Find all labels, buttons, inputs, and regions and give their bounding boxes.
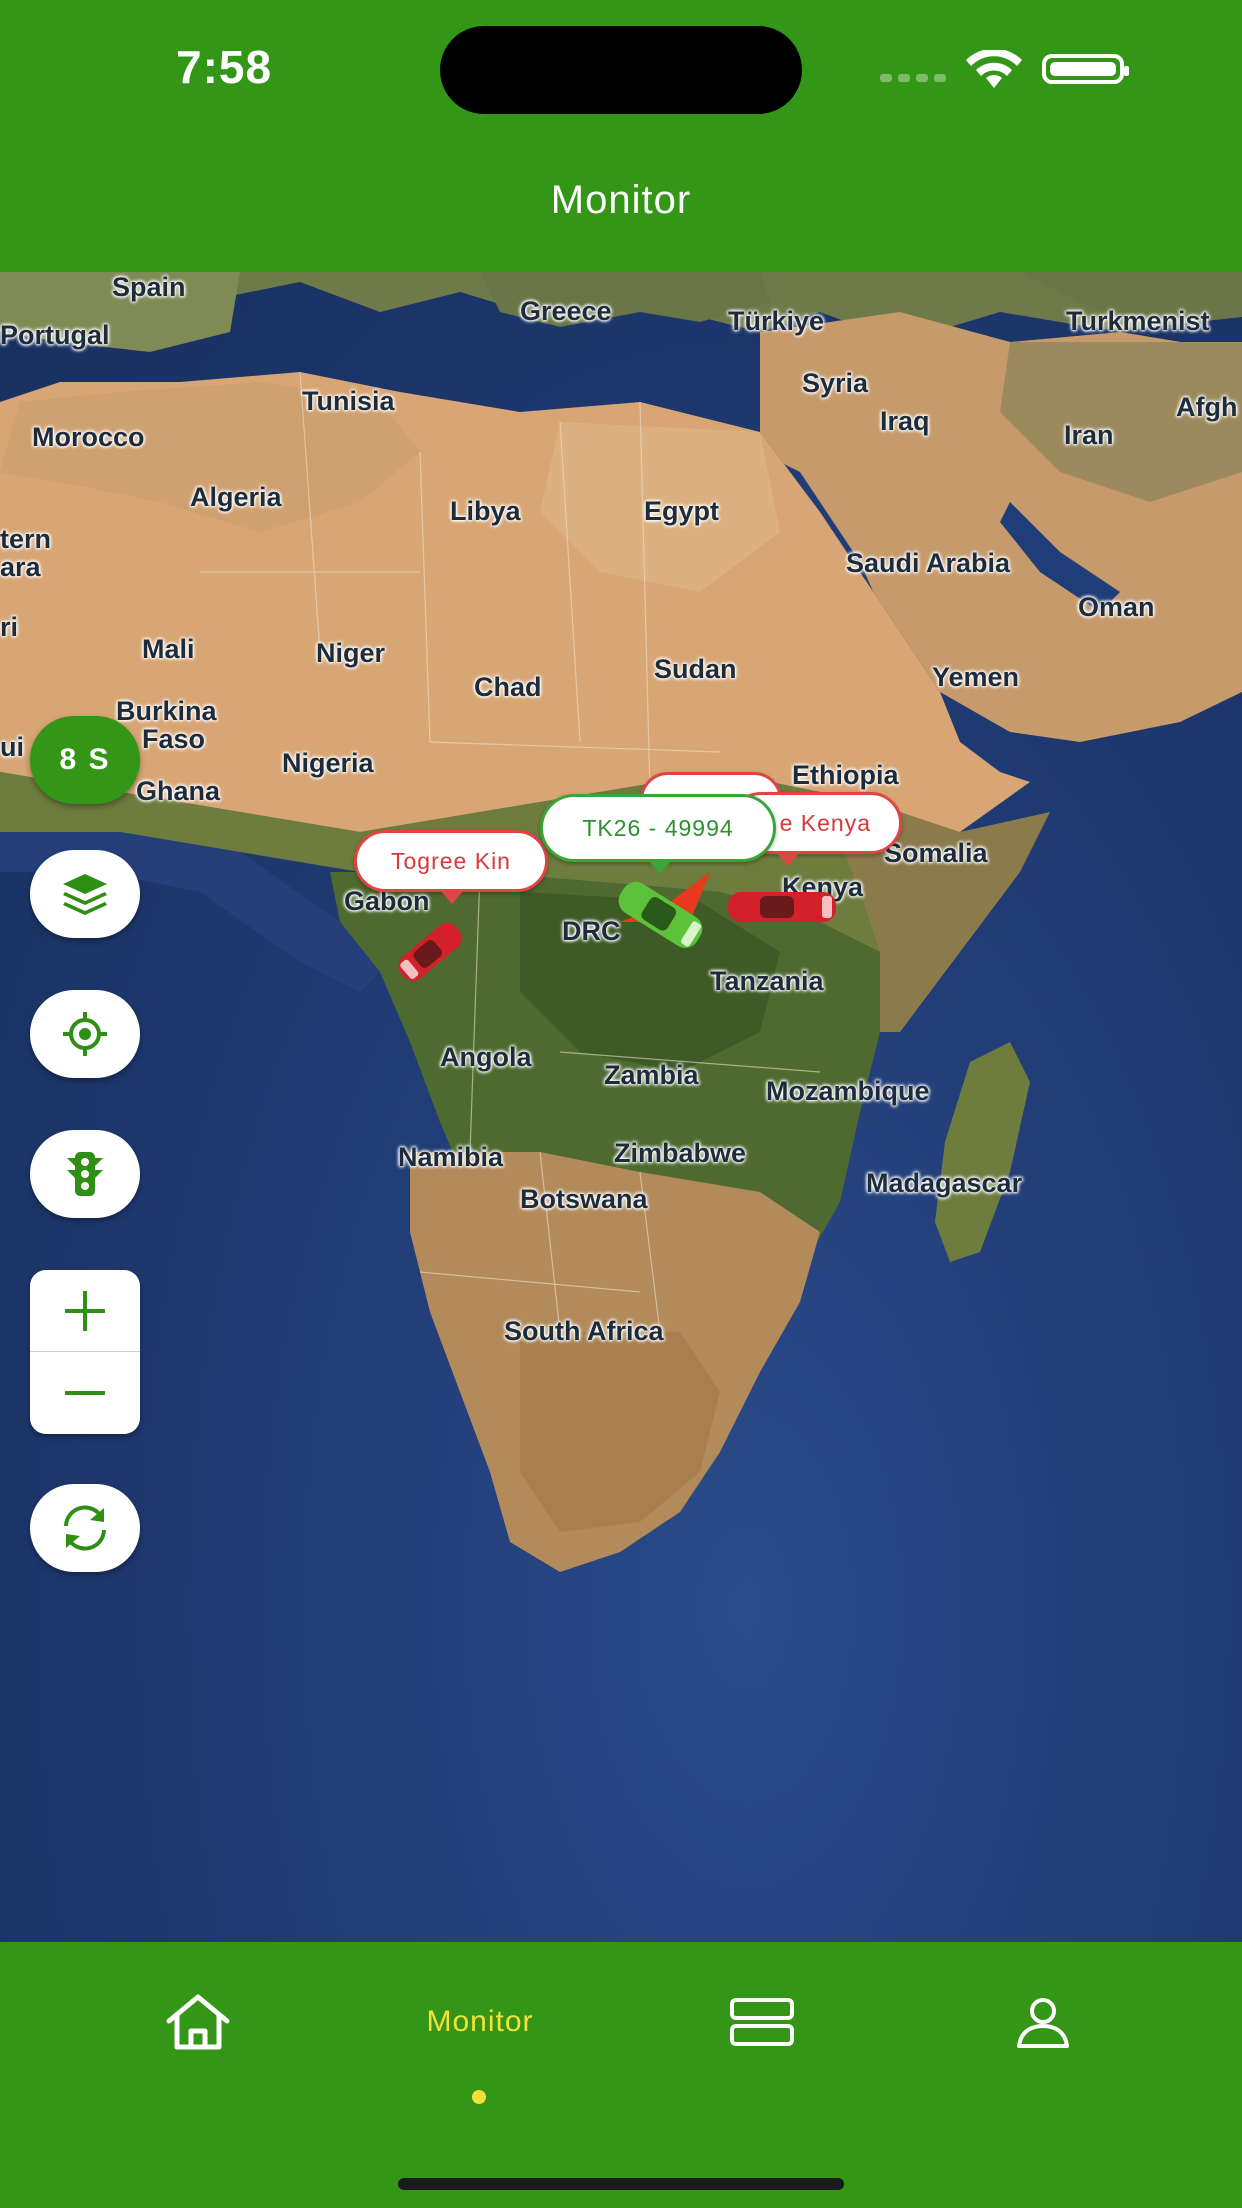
vehicle-label-pointer	[776, 852, 800, 866]
map-label-mozambique: Mozambique	[766, 1076, 930, 1106]
map-label-burkina: Burkina	[116, 696, 217, 726]
dynamic-island	[440, 26, 802, 114]
map-label-spain: Spain	[112, 272, 186, 302]
map-label-iraq: Iraq	[880, 406, 930, 436]
map-label-ethiopia: Ethiopia	[792, 760, 899, 790]
nav-home[interactable]	[140, 1942, 256, 2102]
map-label-tunisia: Tunisia	[302, 386, 395, 416]
map-label-angola: Angola	[440, 1042, 532, 1072]
map-label-south-africa: South Africa	[504, 1316, 664, 1346]
map-label-faso: Faso	[142, 724, 206, 754]
map-label-algeria: Algeria	[190, 482, 282, 512]
map-label-niger: Niger	[316, 638, 386, 668]
map-label-libya: Libya	[450, 496, 521, 526]
bottom-navigation: Monitor	[0, 1942, 1242, 2208]
map-label-egypt: Egypt	[644, 496, 720, 526]
zoom-out-button[interactable]	[30, 1352, 140, 1434]
map-label-greece: Greece	[520, 296, 612, 326]
home-icon	[166, 1994, 230, 2050]
car-icon[interactable]	[724, 880, 840, 936]
user-icon	[1017, 1998, 1069, 2048]
signal-icon	[880, 74, 946, 84]
map-label-turkmenistan: Turkmenist	[1066, 306, 1210, 336]
battery-icon	[1042, 54, 1129, 84]
status-time: 7:58	[176, 41, 273, 93]
map-label-zimbabwe: Zimbabwe	[614, 1138, 747, 1168]
layers-icon	[63, 874, 107, 915]
map-view[interactable]: Spain Portugal Greece Türkiye Turkmenist…	[0, 272, 1242, 1942]
nav-monitor-label: Monitor	[426, 2005, 534, 2038]
app-header: Monitor	[0, 140, 1242, 272]
crosshair-icon	[63, 1012, 107, 1056]
map-label-zambia: Zambia	[604, 1060, 699, 1090]
map-label-saudi-arabia: Saudi Arabia	[846, 548, 1011, 578]
nav-monitor[interactable]: Monitor	[380, 1942, 580, 2102]
map-label-sudan: Sudan	[654, 654, 737, 684]
map-layers-button[interactable]	[30, 850, 140, 938]
map-label-yemen: Yemen	[932, 662, 1020, 692]
map-label-botswana: Botswana	[520, 1184, 648, 1214]
map-label-western-sahara-1: tern	[0, 524, 52, 554]
map-label-oman: Oman	[1078, 592, 1155, 622]
vehicle-label[interactable]: Togree Kin	[354, 830, 548, 892]
map-label-syria: Syria	[802, 368, 869, 398]
map-label-turkiye: Türkiye	[728, 306, 825, 336]
map-label-chad: Chad	[474, 672, 542, 702]
status-bar: 7:58	[0, 0, 1242, 140]
vehicle-label[interactable]: TK26 - 49994	[540, 794, 776, 862]
home-indicator	[398, 2178, 844, 2190]
refresh-interval-badge[interactable]: 8 S	[30, 716, 140, 804]
map-label-iran: Iran	[1064, 420, 1114, 450]
map-label-partial-2: ui	[0, 732, 24, 762]
map-label-portugal: Portugal	[0, 320, 110, 350]
map-label-partial-1: ri	[0, 612, 19, 642]
page-title: Monitor	[550, 178, 692, 222]
map-label-madagascar: Madagascar	[866, 1168, 1023, 1198]
nav-profile[interactable]	[1000, 1942, 1086, 2102]
map-label-somalia: Somalia	[884, 838, 988, 868]
nav-list[interactable]	[712, 1942, 812, 2102]
refresh-icon	[64, 1505, 106, 1551]
map-label-morocco: Morocco	[32, 422, 145, 452]
map-label-mali: Mali	[142, 634, 195, 664]
map-label-namibia: Namibia	[398, 1142, 504, 1172]
zoom-control	[30, 1270, 140, 1434]
traffic-light-icon	[67, 1152, 103, 1196]
traffic-button[interactable]	[30, 1130, 140, 1218]
map-label-ghana: Ghana	[136, 776, 221, 806]
map-label-western-sahara-2: ara	[0, 552, 41, 582]
list-icon	[730, 1998, 794, 2046]
plus-icon	[65, 1291, 105, 1331]
car-icon[interactable]	[606, 864, 716, 964]
map-terrain	[0, 272, 1242, 1572]
wifi-icon	[966, 50, 1022, 88]
zoom-in-button[interactable]	[30, 1270, 140, 1352]
locate-me-button[interactable]	[30, 990, 140, 1078]
map-label-nigeria: Nigeria	[282, 748, 374, 778]
map-label-tanzania: Tanzania	[710, 966, 824, 996]
refresh-button[interactable]	[30, 1484, 140, 1572]
map-label-afghanistan: Afgh	[1176, 392, 1238, 422]
car-icon[interactable]	[380, 902, 480, 1002]
active-tab-indicator	[472, 2090, 486, 2104]
minus-icon	[65, 1391, 105, 1395]
